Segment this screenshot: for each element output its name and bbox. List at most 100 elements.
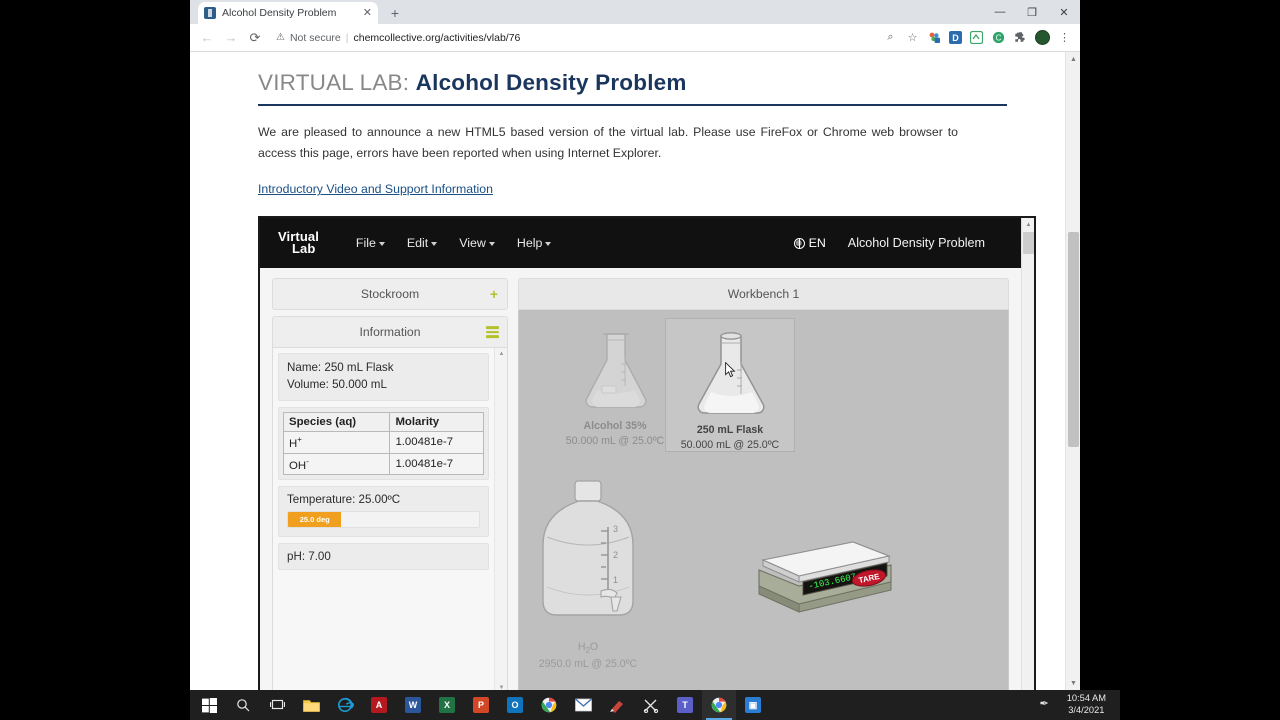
not-secure-warning-icon: ⚠ — [276, 32, 285, 43]
chrome-browser-window: Alcohol Density Problem ✕ + — ❐ ✕ ← → ⟳ … — [190, 0, 1080, 690]
close-icon[interactable]: ✕ — [363, 7, 372, 19]
temperature-line: Temperature: 25.00ºC — [287, 493, 401, 507]
tab-strip: Alcohol Density Problem ✕ + — ❐ ✕ — [190, 0, 1080, 24]
address-bar[interactable]: ⚠ Not secure | chemcollective.org/activi… — [268, 28, 881, 48]
add-icon[interactable]: + — [490, 287, 498, 301]
taskbar-app-outlook[interactable]: O — [498, 690, 532, 720]
scroll-up-icon[interactable]: ▲ — [1022, 218, 1034, 231]
taskbar-app-word[interactable]: W — [396, 690, 430, 720]
chrome-menu-icon[interactable]: ⋮ — [1057, 30, 1072, 45]
extension-colorful-icon[interactable] — [927, 30, 942, 45]
chrome-icon — [711, 697, 727, 713]
support-info-link[interactable]: Introductory Video and Support Informati… — [258, 182, 493, 196]
taskbar-app-vscode[interactable] — [634, 690, 668, 720]
left-column: Stockroom + Information Name: 250 mL Fla… — [272, 278, 508, 690]
security-label: Not secure — [289, 31, 341, 44]
extension-circle-icon[interactable]: C — [991, 30, 1006, 45]
window-close-icon[interactable]: ✕ — [1048, 0, 1080, 24]
language-selector[interactable]: EN — [793, 236, 826, 250]
scroll-down-icon[interactable]: ▼ — [1066, 676, 1080, 690]
toolbar-icons: ⌕ ☆ D C ⋮ — [883, 30, 1074, 45]
taskbar-app-file-explorer[interactable] — [294, 690, 328, 720]
taskbar-app-paint[interactable] — [600, 690, 634, 720]
taskbar-app-internet-explorer[interactable] — [328, 690, 362, 720]
species-symbol: OH — [289, 459, 307, 472]
taskbar-app-chrome[interactable] — [532, 690, 566, 720]
menu-file[interactable]: File — [345, 230, 396, 256]
reload-icon[interactable]: ⟳ — [244, 27, 266, 49]
start-button[interactable] — [192, 690, 226, 720]
information-header[interactable]: Information — [272, 316, 508, 349]
taskbar-app-video[interactable]: ▣ — [736, 690, 770, 720]
taskbar-clock[interactable]: ✒ 10:54 AM 3/4/2021 — [1040, 693, 1121, 716]
omnibox-separator: | — [345, 31, 349, 44]
hamburger-menu-icon[interactable] — [486, 324, 499, 340]
back-icon[interactable]: ← — [196, 27, 218, 49]
taskbar-app-adobe-acrobat[interactable]: A — [362, 690, 396, 720]
browser-tab[interactable]: Alcohol Density Problem ✕ — [198, 2, 378, 24]
svg-text:3: 3 — [613, 524, 618, 534]
excel-icon: X — [439, 697, 455, 713]
vlab-navbar-right: EN Alcohol Density Problem — [793, 236, 1003, 250]
profile-avatar[interactable] — [1035, 30, 1050, 45]
chevron-down-icon — [545, 242, 552, 246]
bench-item-balance[interactable]: -103.6607 g TARE — [741, 520, 901, 625]
information-body: Name: 250 mL Flask Volume: 50.000 mL Spe… — [273, 348, 494, 690]
stockroom-label: Stockroom — [360, 287, 420, 302]
extensions-puzzle-icon[interactable] — [1013, 30, 1028, 45]
extension-green-icon[interactable] — [969, 30, 984, 45]
pen-icon[interactable]: ✒ — [1040, 698, 1049, 712]
chevron-down-icon — [431, 242, 438, 246]
bench-item-alcohol[interactable]: Alcohol 35% 50.000 mL @ 25.0ºC — [555, 324, 675, 448]
maximize-icon[interactable]: ❐ — [1016, 0, 1048, 24]
new-tab-button[interactable]: + — [384, 2, 406, 24]
bookmark-star-icon[interactable]: ☆ — [905, 30, 920, 45]
folder-icon — [302, 699, 320, 712]
taskbar-app-teams[interactable]: T — [668, 690, 702, 720]
scroll-down-icon[interactable]: ▼ — [495, 682, 507, 690]
menu-help[interactable]: Help — [506, 230, 562, 256]
stockroom-header[interactable]: Stockroom + — [272, 278, 508, 311]
species-table: Species (aq) Molarity H+ 1.00481e-7 OH- … — [282, 411, 484, 476]
scroll-up-icon[interactable]: ▲ — [1066, 52, 1080, 66]
table-row: H+ 1.00481e-7 — [282, 430, 484, 454]
menu-edit-label: Edit — [406, 236, 429, 251]
search-button[interactable] — [226, 690, 260, 720]
scrollbar-thumb[interactable] — [1068, 232, 1079, 447]
bench-item-water-bottle[interactable]: 3 2 1 H2O 2950.0 mL @ 25.0ºC — [523, 475, 653, 671]
clock-date: 3/4/2021 — [1068, 705, 1105, 715]
svg-text:1: 1 — [613, 575, 618, 585]
teams-icon: T — [677, 697, 693, 713]
page-viewport: VIRTUAL LAB: Alcohol Density Problem We … — [190, 52, 1080, 690]
workbench-label: Workbench 1 — [727, 287, 800, 302]
ph-card: pH: 7.00 — [278, 543, 489, 571]
task-view-button[interactable] — [260, 690, 294, 720]
balance-scale-icon: -103.6607 g TARE — [758, 541, 892, 614]
taskbar-app-powerpoint[interactable]: P — [464, 690, 498, 720]
taskbar-app-excel[interactable]: X — [430, 690, 464, 720]
windows-taskbar: A W X P O T ▣ ✒ 10:54 AM 3/4/2021 — [190, 690, 1120, 720]
scroll-up-icon[interactable]: ▲ — [495, 348, 507, 360]
menu-help-label: Help — [516, 236, 543, 251]
svg-text:C: C — [996, 33, 1002, 42]
menu-view[interactable]: View — [448, 230, 506, 256]
bench-item-flask[interactable]: 250 mL Flask 50.000 mL @ 25.0ºC — [665, 318, 795, 452]
menu-edit[interactable]: Edit — [396, 230, 448, 256]
bench-item-alcohol-label: Alcohol 35% 50.000 mL @ 25.0ºC — [555, 419, 675, 448]
scrollbar-thumb[interactable] — [1023, 232, 1034, 255]
zoom-icon[interactable]: ⌕ — [883, 30, 898, 45]
workbench-canvas[interactable]: Alcohol 35% 50.000 mL @ 25.0ºC 250 mL Fl… — [518, 310, 1009, 690]
information-scrollbar[interactable]: ▲ ▼ — [494, 348, 507, 690]
page-scrollbar[interactable]: ▲ ▼ — [1065, 52, 1080, 690]
forward-icon[interactable]: → — [220, 27, 242, 49]
minimize-icon[interactable]: — — [984, 0, 1016, 24]
powerpoint-icon: P — [473, 697, 489, 713]
vlab-vertical-scrollbar[interactable]: ▲ ▼ — [1021, 218, 1034, 690]
page-title-prefix: VIRTUAL LAB: — [258, 70, 416, 95]
taskbar-app-chrome-active[interactable] — [702, 690, 736, 720]
browser-toolbar: ← → ⟳ ⚠ Not secure | chemcollective.org/… — [190, 24, 1080, 52]
taskbar-app-mail[interactable] — [566, 690, 600, 720]
extension-d-icon[interactable]: D — [949, 31, 962, 44]
right-letterbox — [1120, 0, 1280, 720]
flask-name-volume-card: Name: 250 mL Flask Volume: 50.000 mL — [278, 353, 489, 401]
